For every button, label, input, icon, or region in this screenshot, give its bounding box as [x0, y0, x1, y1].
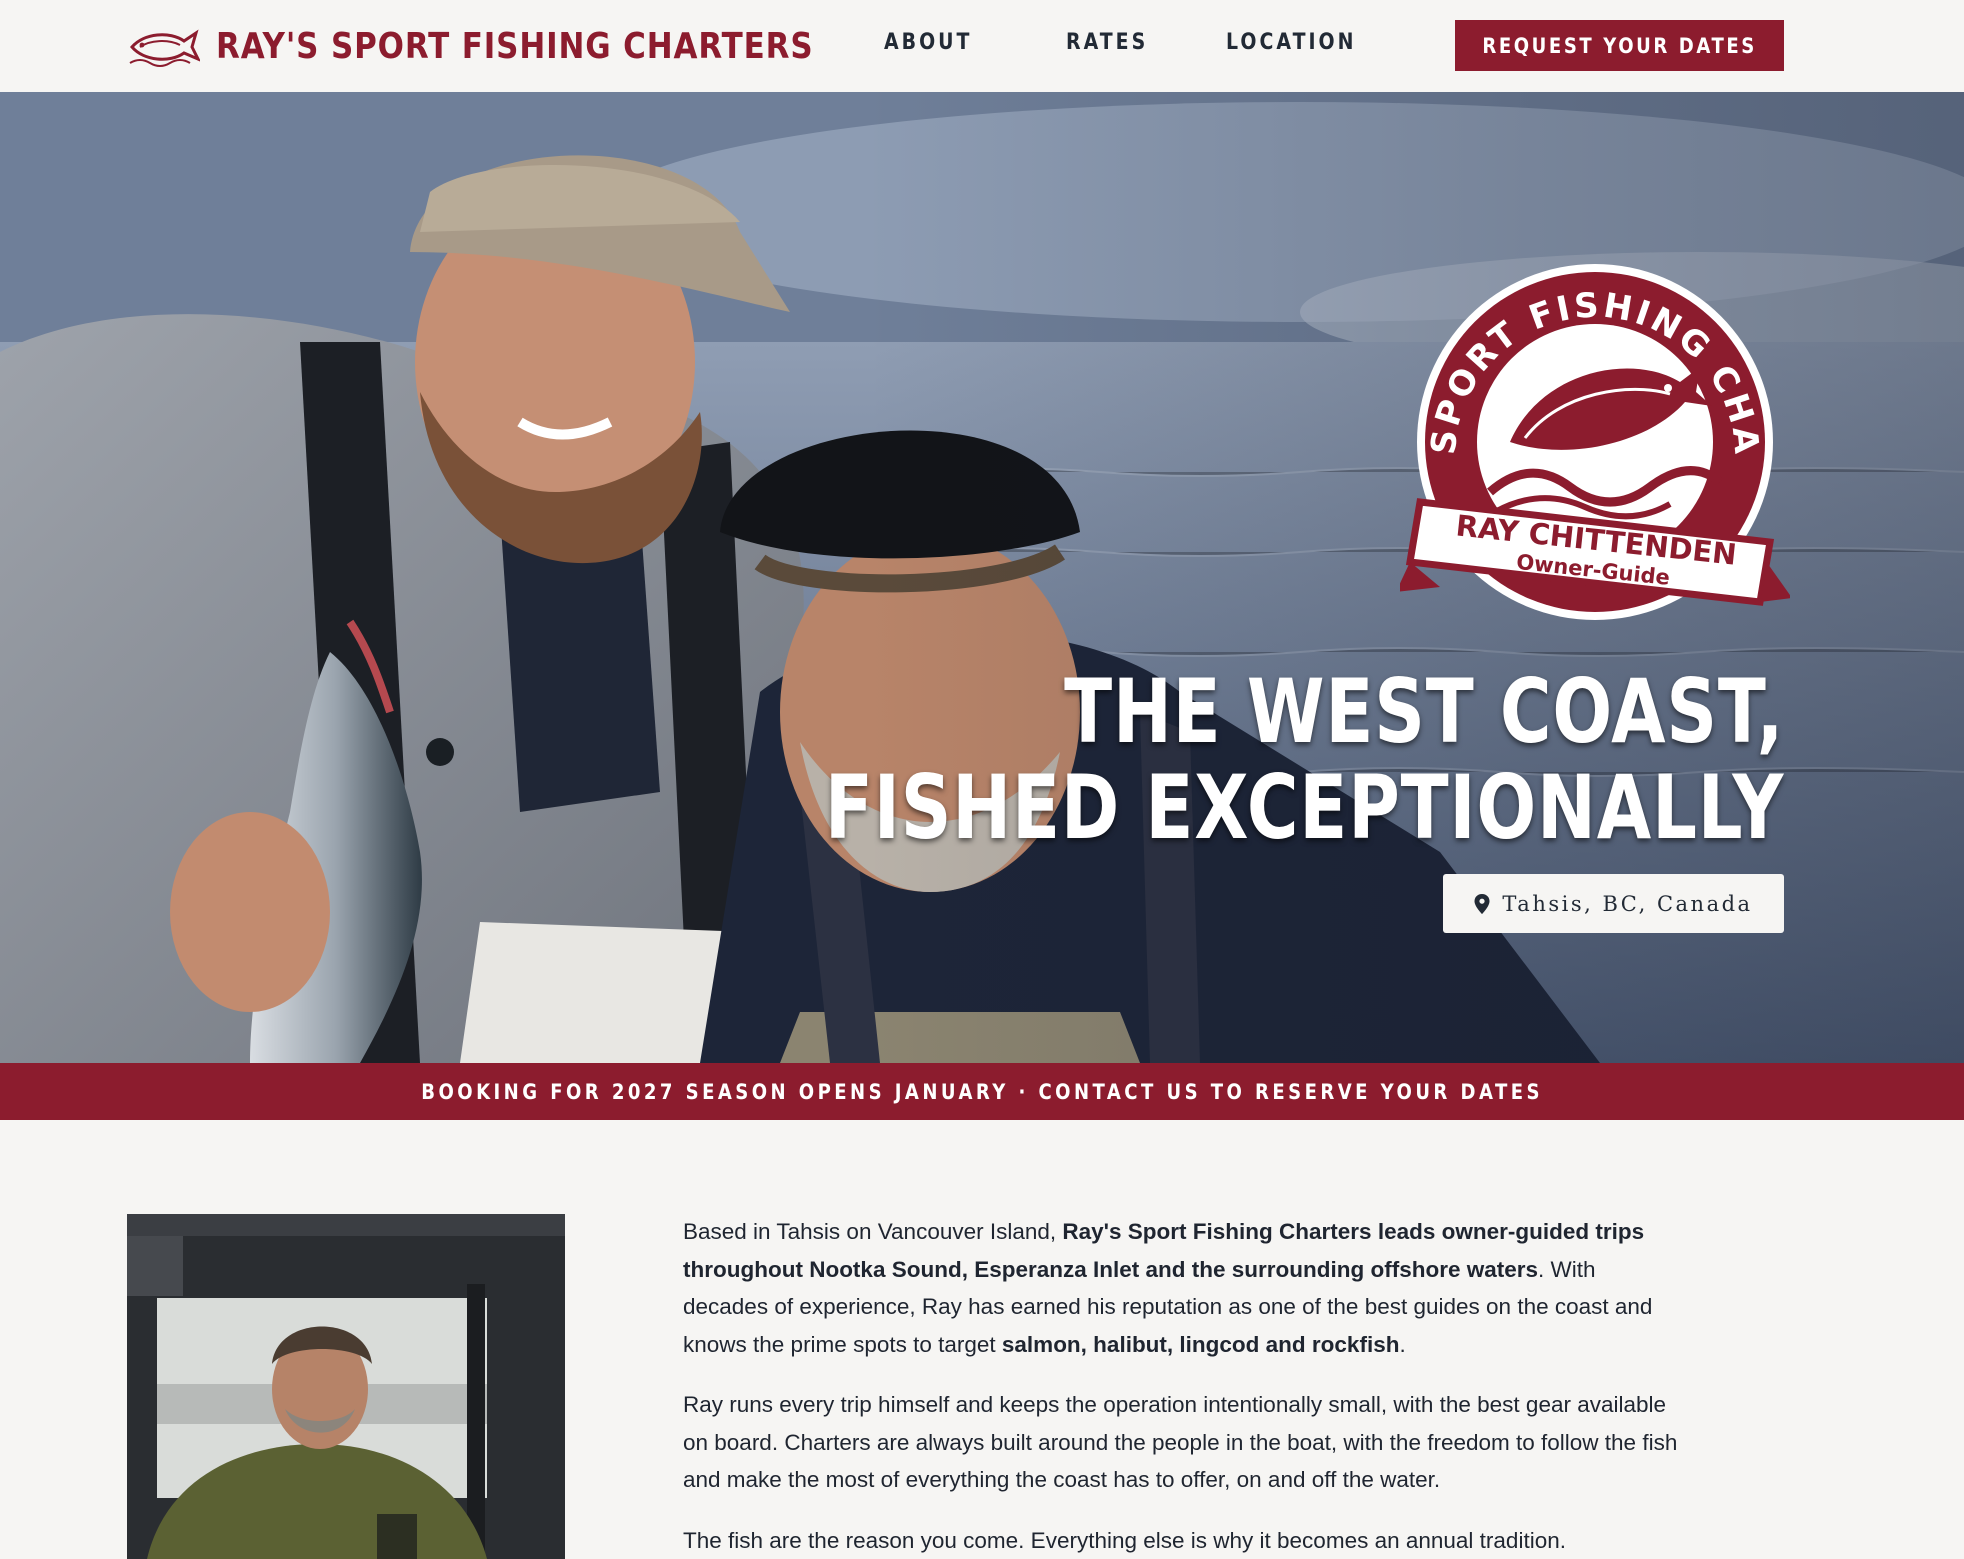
map-pin-icon: [1474, 893, 1490, 914]
request-dates-label: REQUEST YOUR DATES: [1482, 33, 1757, 58]
request-dates-button[interactable]: REQUEST YOUR DATES: [1455, 20, 1784, 71]
hero-title-line2: FISHED EXCEPTIONALLY: [824, 756, 1784, 859]
fish-logo-icon: [129, 29, 200, 67]
about-photo: [127, 1214, 565, 1559]
site-header: RAY'S SPORT FISHING CHARTERS ABOUT RATES…: [0, 0, 1964, 92]
brand-name: RAY'S SPORT FISHING CHARTERS: [216, 25, 814, 67]
brand-link[interactable]: RAY'S SPORT FISHING CHARTERS: [126, 18, 911, 74]
hero-title-line1: THE WEST COAST,: [1063, 660, 1784, 763]
about-p1-intro: Based in Tahsis on Vancouver Island,: [683, 1219, 1063, 1244]
nav-location[interactable]: LOCATION: [1226, 30, 1356, 55]
announcement-text: BOOKING FOR 2027 SEASON OPENS JANUARY · …: [421, 1079, 1543, 1104]
location-text: Tahsis, BC, Canada: [1502, 891, 1753, 916]
hero-title: THE WEST COAST, FISHED EXCEPTIONALLY: [585, 664, 1784, 856]
location-pill: Tahsis, BC, Canada: [1443, 874, 1784, 933]
hero-section: RAY'S SPORT FISHING CHARTERS RAY CHITTEN…: [0, 92, 1964, 1063]
nav-rates[interactable]: RATES: [1066, 30, 1148, 55]
about-paragraph-3: The fish are the reason you come. Everyt…: [683, 1527, 1566, 1553]
announcement-bar: BOOKING FOR 2027 SEASON OPENS JANUARY · …: [0, 1063, 1964, 1120]
about-p1-species: salmon, halibut, lingcod and rockfish: [1001, 1331, 1400, 1357]
about-text: Based in Tahsis on Vancouver Island, Ray…: [683, 1213, 1683, 1559]
about-paragraph-2: Ray runs every trip himself and keeps th…: [683, 1392, 1678, 1492]
nav-about[interactable]: ABOUT: [884, 30, 972, 55]
about-paragraph-1: Based in Tahsis on Vancouver Island, Ray…: [683, 1213, 1683, 1363]
owner-guide-badge: RAY'S SPORT FISHING CHARTERS RAY CHITTEN…: [1400, 242, 1790, 620]
about-p1-end: .: [1399, 1331, 1406, 1357]
captain-photo: [127, 1214, 565, 1559]
